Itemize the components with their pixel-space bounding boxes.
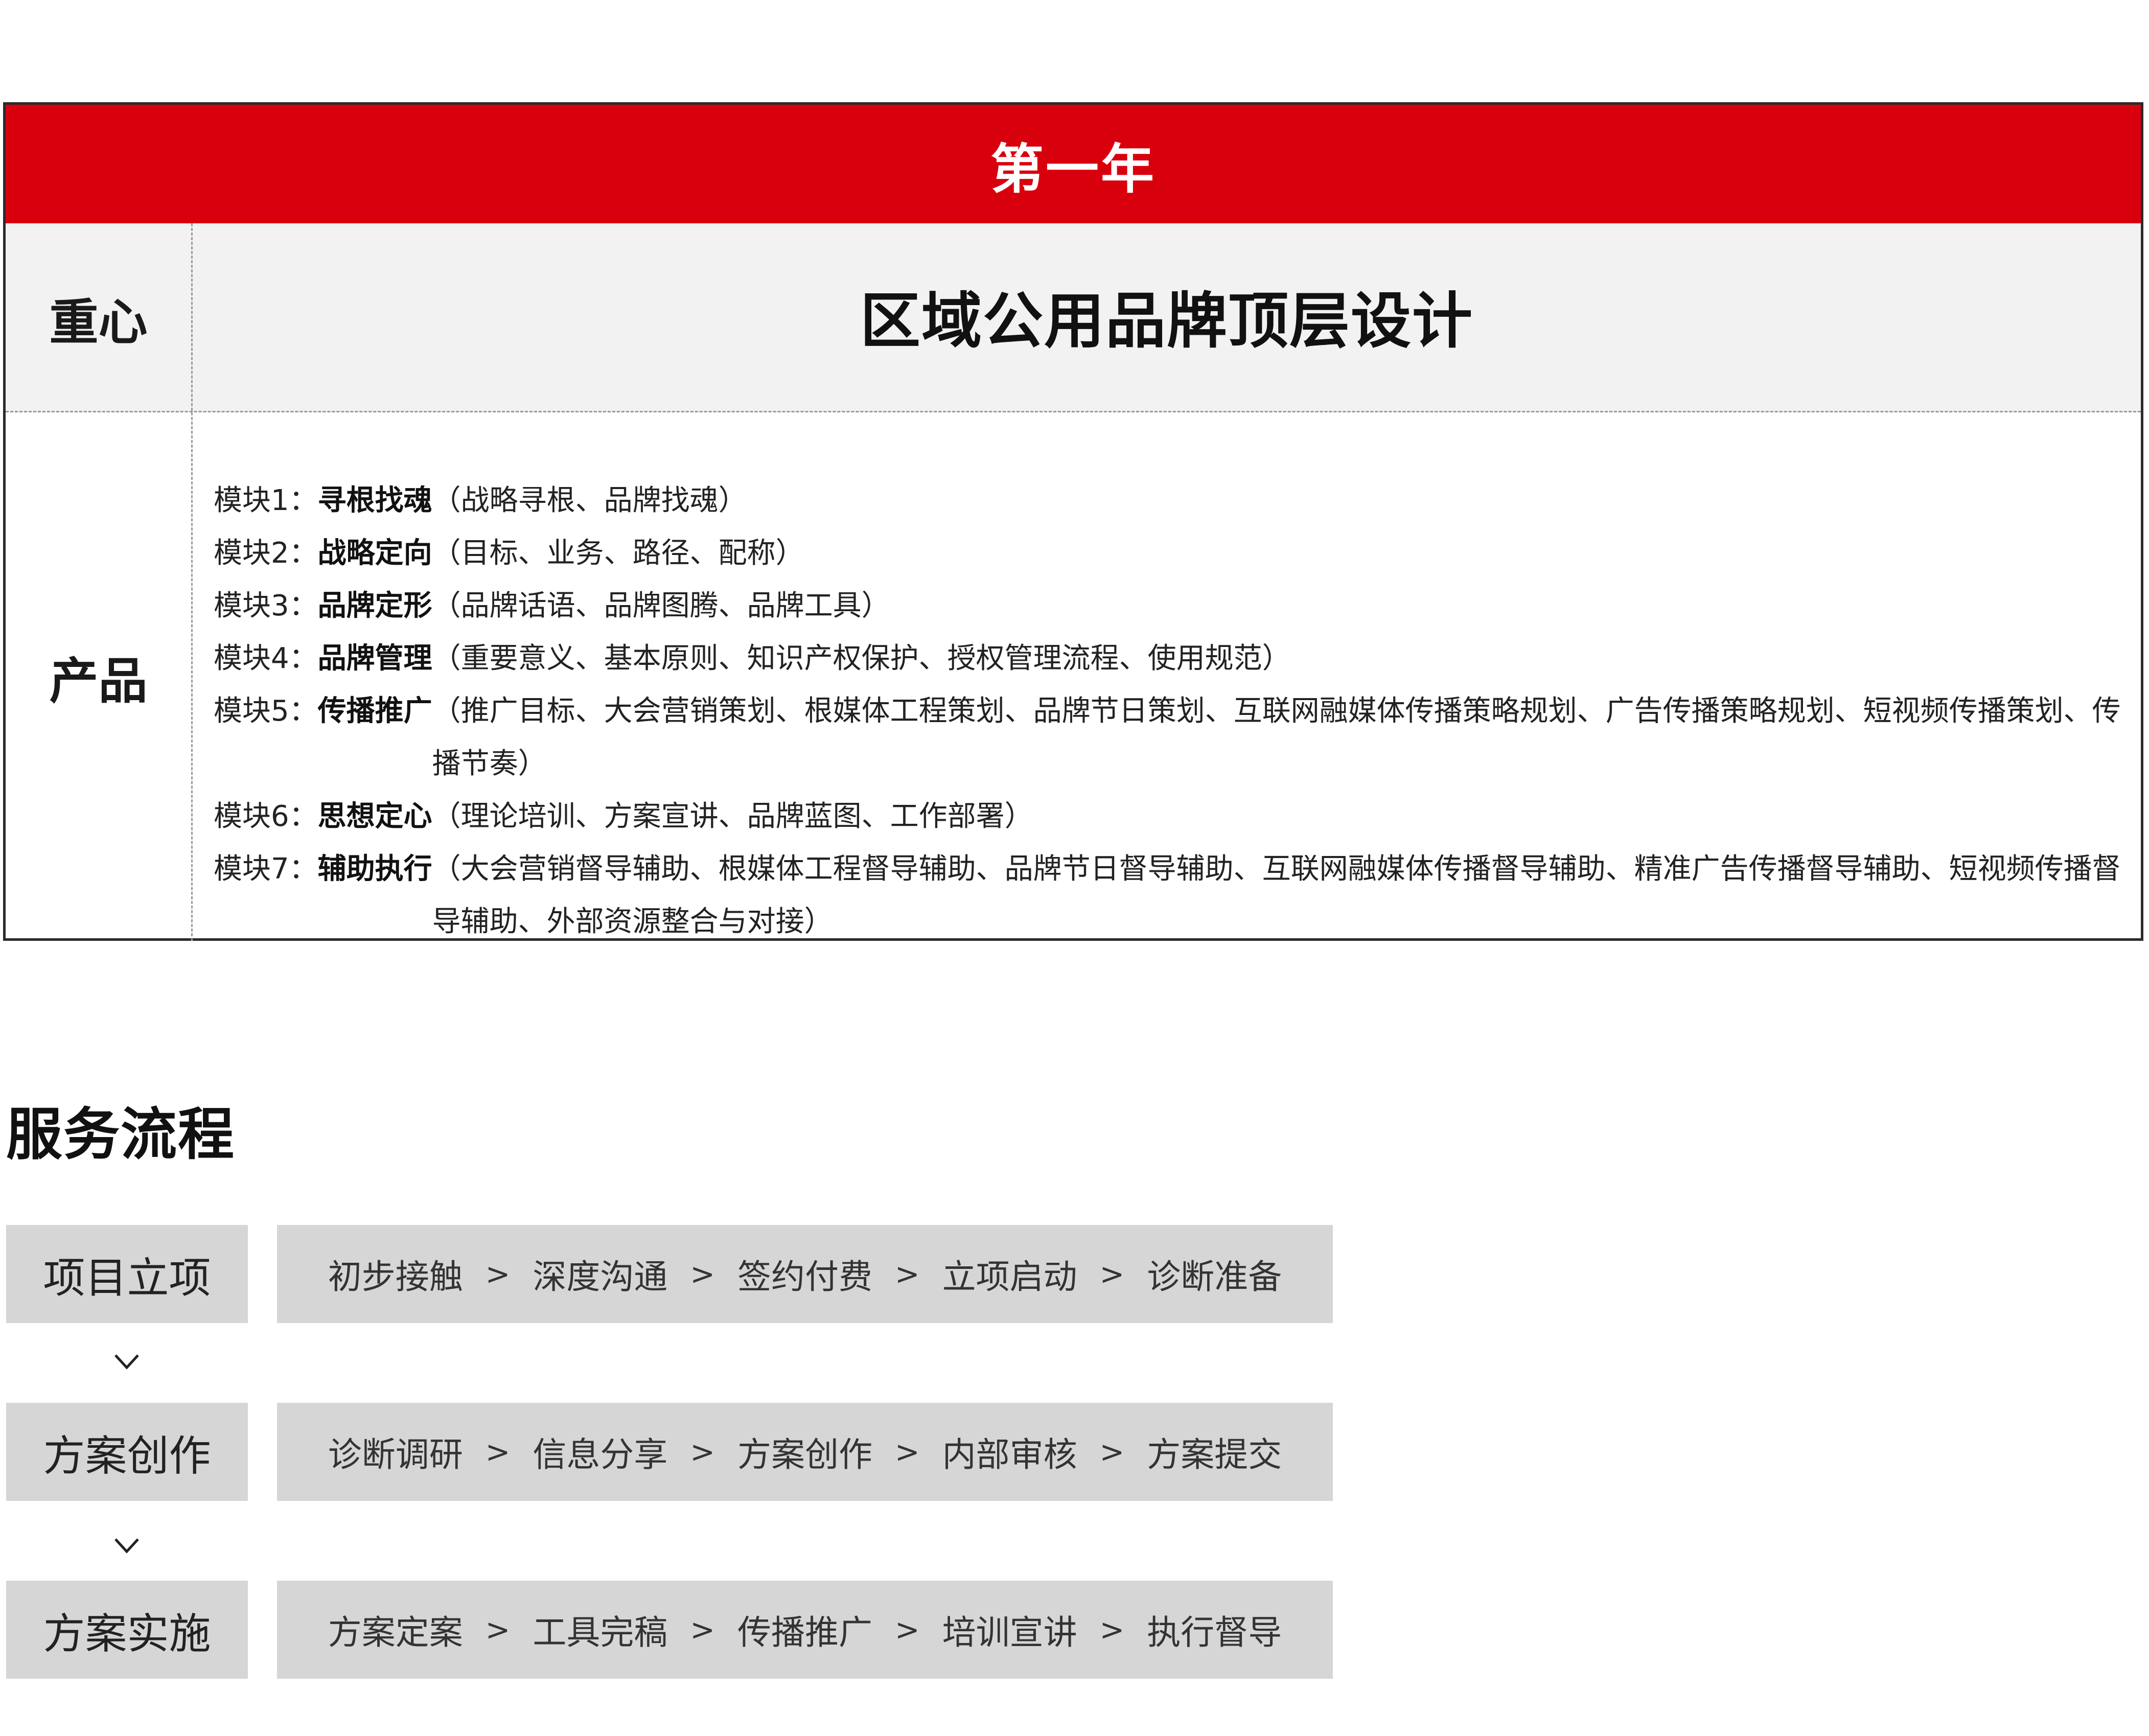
product-module-list: 模块1： 寻根找魂 （战略寻根、品牌找魂） 模块2： 战略定向 （目标、业务、路… (214, 474, 2135, 948)
step-item: 执行督导 (1147, 1613, 1282, 1652)
module-prefix: 模块3： (214, 589, 318, 622)
module-desc: （理论培训、方案宣讲、品牌蓝图、工作部署） (432, 800, 1033, 833)
stage-name: 项目立项 (43, 1254, 211, 1303)
step-item: 方案提交 (1147, 1435, 1282, 1474)
module-item: 模块7： 辅助执行 （大会营销督导辅助、根媒体工程督导辅助、品牌节日督导辅助、互… (214, 843, 2135, 948)
module-desc: （目标、业务、路径、配称） (432, 537, 804, 570)
step-item: 签约付费 (737, 1257, 872, 1297)
stage-name: 方案实施 (43, 1609, 211, 1658)
module-name: 战略定向 (317, 537, 432, 570)
steps-box-plan-implementation: 方案定案 > 工具完稿 > 传播推广 > 培训宣讲 > 执行督导 (277, 1581, 1333, 1679)
focus-label: 重心 (49, 293, 148, 351)
stage-box-plan-creation: 方案创作 (6, 1403, 248, 1501)
step-separator: > (485, 1257, 511, 1291)
step-separator: > (895, 1434, 920, 1469)
module-name: 辅助执行 (317, 852, 432, 886)
step-item: 初步接触 (328, 1257, 463, 1297)
module-desc: （品牌话语、品牌图腾、品牌工具） (432, 589, 890, 622)
column-divider (191, 223, 193, 941)
focus-row: 重心 区域公用品牌顶层设计 (6, 223, 2141, 412)
stage-box-project-init: 项目立项 (6, 1225, 248, 1323)
steps-box-project-init: 初步接触 > 深度沟通 > 签约付费 > 立项启动 > 诊断准备 (277, 1225, 1333, 1323)
step-item: 传播推广 (737, 1613, 872, 1652)
year-title: 第一年 (990, 137, 1156, 200)
module-name: 寻根找魂 (317, 484, 432, 517)
step-separator: > (895, 1612, 920, 1647)
step-item: 工具完稿 (533, 1613, 668, 1652)
step-item: 方案定案 (328, 1613, 463, 1652)
module-item: 模块1： 寻根找魂 （战略寻根、品牌找魂） (214, 474, 2135, 527)
module-name: 品牌定形 (317, 589, 432, 622)
chevron-down-icon (114, 1354, 139, 1370)
step-item: 诊断调研 (328, 1435, 463, 1474)
module-item: 模块2： 战略定向 （目标、业务、路径、配称） (214, 527, 2135, 580)
step-separator: > (485, 1612, 511, 1647)
step-separator: > (1099, 1434, 1125, 1469)
module-desc: （重要意义、基本原则、知识产权保护、授权管理流程、使用规范） (432, 642, 1291, 675)
step-separator: > (895, 1257, 920, 1291)
module-prefix: 模块1： (214, 484, 318, 517)
step-item: 信息分享 (533, 1435, 668, 1474)
step-item: 方案创作 (737, 1435, 872, 1474)
module-prefix: 模块7： (214, 852, 318, 886)
focus-value: 区域公用品牌顶层设计 (860, 285, 1473, 356)
step-separator: > (690, 1257, 715, 1291)
module-item: 模块3： 品牌定形 （品牌话语、品牌图腾、品牌工具） (214, 580, 2135, 632)
step-separator: > (690, 1434, 715, 1469)
chevron-down-icon (114, 1538, 139, 1554)
module-desc: （大会营销督导辅助、根媒体工程督导辅助、品牌节日督导辅助、互联网融媒体传播督导辅… (432, 852, 2121, 938)
module-prefix: 模块4： (214, 642, 318, 675)
module-desc: （战略寻根、品牌找魂） (432, 484, 747, 517)
step-separator: > (690, 1612, 715, 1647)
module-prefix: 模块5： (214, 695, 318, 728)
module-name: 思想定心 (317, 800, 432, 833)
step-item: 立项启动 (942, 1257, 1077, 1297)
step-separator: > (485, 1434, 511, 1469)
module-item: 模块6： 思想定心 （理论培训、方案宣讲、品牌蓝图、工作部署） (214, 790, 2135, 843)
step-separator: > (1099, 1612, 1125, 1647)
step-item: 内部审核 (942, 1435, 1077, 1474)
stage-name: 方案创作 (43, 1431, 211, 1480)
stage-box-plan-implementation: 方案实施 (6, 1581, 248, 1679)
module-name: 品牌管理 (317, 642, 432, 675)
step-item: 深度沟通 (533, 1257, 668, 1297)
module-item: 模块5： 传播推广 （推广目标、大会营销策划、根媒体工程策划、品牌节日策划、互联… (214, 685, 2135, 790)
step-separator: > (1099, 1257, 1125, 1291)
step-item: 培训宣讲 (942, 1613, 1077, 1652)
product-label: 产品 (49, 652, 148, 710)
module-prefix: 模块2： (214, 537, 318, 570)
year-header: 第一年 (6, 105, 2141, 223)
steps-box-plan-creation: 诊断调研 > 信息分享 > 方案创作 > 内部审核 > 方案提交 (277, 1403, 1333, 1501)
process-section-title: 服务流程 (6, 1102, 235, 1167)
module-item: 模块4： 品牌管理 （重要意义、基本原则、知识产权保护、授权管理流程、使用规范） (214, 632, 2135, 685)
step-item: 诊断准备 (1147, 1257, 1282, 1297)
module-desc: （推广目标、大会营销策划、根媒体工程策划、品牌节日策划、互联网融媒体传播策略规划… (432, 695, 2121, 780)
module-name: 传播推广 (317, 695, 432, 728)
module-prefix: 模块6： (214, 800, 318, 833)
